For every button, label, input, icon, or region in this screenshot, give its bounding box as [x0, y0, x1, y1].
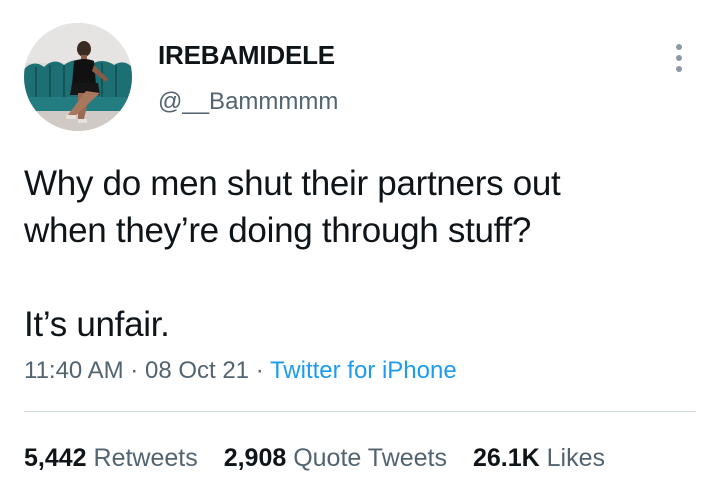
quote-tweets-label: Quote Tweets: [293, 444, 447, 472]
likes-count: 26.1K: [472, 444, 540, 472]
quote-tweets-stat[interactable]: 2,908 Quote Tweets: [224, 444, 447, 472]
retweets-count: 5,442: [24, 444, 87, 472]
tweet-date[interactable]: 08 Oct 21: [145, 357, 249, 384]
display-name[interactable]: IREBAMIDELE: [158, 40, 335, 71]
retweets-stat[interactable]: 5,442 Retweets: [24, 444, 198, 472]
tweet-time[interactable]: 11:40 AM: [24, 357, 124, 384]
quote-tweets-count: 2,908: [223, 444, 287, 472]
retweets-label: Retweets: [93, 444, 198, 472]
more-vertical-icon[interactable]: [668, 40, 690, 76]
meta-separator: ·: [255, 357, 264, 384]
likes-label: Likes: [546, 444, 605, 472]
likes-stat[interactable]: 26.1K Likes: [473, 444, 605, 472]
meta-separator: ·: [130, 357, 139, 384]
avatar-photo: [24, 23, 132, 131]
user-handle[interactable]: @__Bammmmm: [158, 88, 338, 116]
avatar[interactable]: [24, 23, 132, 131]
tweet-card: IREBAMIDELE @__Bammmmm Why do men shut t…: [0, 0, 720, 500]
tweet-text: Why do men shut their partners out when …: [24, 164, 561, 344]
divider: [24, 411, 696, 412]
engagement-stats: 5,442 Retweets 2,908 Quote Tweets 26.1K …: [24, 444, 605, 473]
tweet-source-link[interactable]: Twitter for iPhone: [270, 357, 457, 384]
tweet-metadata: 11:40 AM · 08 Oct 21 · Twitter for iPhon…: [24, 357, 457, 385]
